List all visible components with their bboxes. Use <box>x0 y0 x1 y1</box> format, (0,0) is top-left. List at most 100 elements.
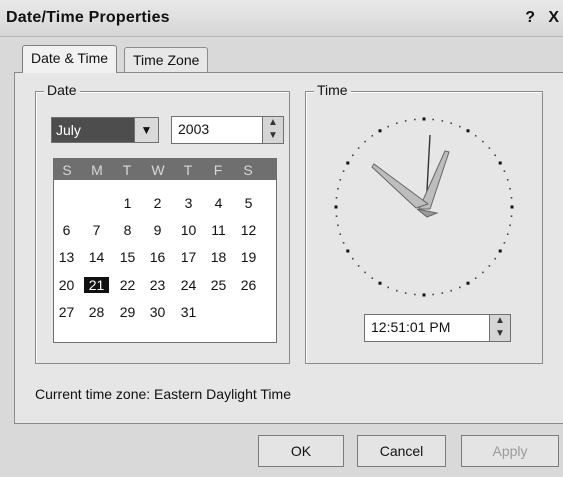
calendar-day[interactable]: 10 <box>176 222 201 238</box>
calendar-day[interactable]: 20 <box>54 277 79 293</box>
clock-minute-tick <box>450 122 452 125</box>
clock-minute-tick <box>510 197 513 199</box>
weekday-label: W <box>151 162 165 178</box>
clock-minute-tick <box>335 197 338 199</box>
clock-minute-tick <box>510 215 513 217</box>
weekday-label: T <box>122 162 132 178</box>
calendar-day[interactable]: 8 <box>115 222 140 238</box>
calendar-day[interactable]: 17 <box>176 249 201 265</box>
up-arrow-icon[interactable]: ▲ <box>263 117 283 130</box>
clock-minute-tick <box>482 271 484 274</box>
calendar-day[interactable]: 28 <box>84 304 109 320</box>
clock-minute-tick <box>506 233 509 235</box>
chevron-down-icon[interactable]: ▼ <box>134 118 158 142</box>
clock-minute-tick <box>387 125 389 128</box>
clock-minute-tick <box>339 233 342 235</box>
clock-minute-tick <box>450 289 452 292</box>
calendar-day[interactable]: 3 <box>176 195 201 211</box>
calendar-day[interactable]: 30 <box>145 304 170 320</box>
clock-minute-tick <box>488 147 491 149</box>
clock-minute-tick <box>371 277 374 279</box>
up-arrow-icon[interactable]: ▲ <box>490 315 510 328</box>
weekday-label: S <box>243 162 253 178</box>
down-arrow-icon[interactable]: ▼ <box>490 328 510 341</box>
calendar-grid: S M T W T F S 1 2 3 4 5 6 7 8 9 10 11 12 13 14 15 16 17 1… <box>53 158 277 343</box>
calendar-day[interactable]: 14 <box>84 249 109 265</box>
calendar-day[interactable]: 29 <box>115 304 140 320</box>
clock-hour-tick <box>498 249 502 253</box>
clock-minute-tick <box>441 292 444 294</box>
clock-minute-tick <box>482 140 484 143</box>
cancel-button[interactable]: Cancel <box>357 435 446 467</box>
calendar-day[interactable]: 26 <box>236 277 261 293</box>
month-value: July <box>52 118 134 142</box>
calendar-day[interactable]: 4 <box>206 195 231 211</box>
clock-hour-tick <box>422 117 426 121</box>
clock-minute-tick <box>506 179 509 181</box>
time-spinner-buttons[interactable]: ▲ ▼ <box>489 315 510 341</box>
clock-hour-tick <box>378 281 382 285</box>
year-spinner-buttons[interactable]: ▲ ▼ <box>262 117 283 143</box>
title-bar: Date/Time Properties ? X <box>0 0 563 37</box>
clock-minute-tick <box>352 154 354 157</box>
calendar-day[interactable]: 12 <box>236 222 261 238</box>
close-button[interactable]: X <box>548 9 559 27</box>
weekday-label: T <box>183 162 193 178</box>
clock-center <box>416 208 439 218</box>
calendar-day[interactable]: 25 <box>206 277 231 293</box>
weekday-label: M <box>91 162 103 178</box>
clock-minute-tick <box>371 135 374 137</box>
clock-minute-tick <box>337 187 339 190</box>
calendar-day[interactable]: 6 <box>54 222 79 238</box>
clock-minute-tick <box>432 293 434 296</box>
clock-minute-tick <box>342 170 345 172</box>
clock-minute-tick <box>404 292 407 294</box>
calendar-day[interactable]: 31 <box>176 304 201 320</box>
tab-date-time[interactable]: Date & Time <box>22 45 118 73</box>
clock-minute-tick <box>503 242 506 244</box>
calendar-day-selected[interactable]: 21 <box>84 277 109 293</box>
apply-button[interactable]: Apply <box>461 435 559 467</box>
calendar-weekday-header: S M T W T F S <box>54 159 276 180</box>
calendar-day[interactable]: 11 <box>206 222 231 238</box>
calendar-day[interactable]: 13 <box>54 249 79 265</box>
time-spinner[interactable]: 12:51:01 PM ▲ ▼ <box>364 314 511 342</box>
weekday-label: F <box>213 162 223 178</box>
calendar-day[interactable]: 19 <box>236 249 261 265</box>
month-select[interactable]: July ▼ <box>51 117 159 143</box>
ok-button[interactable]: OK <box>258 435 344 467</box>
year-spinner[interactable]: 2003 ▲ ▼ <box>171 116 284 144</box>
clock-minute-tick <box>364 140 366 143</box>
calendar-day[interactable]: 23 <box>145 277 170 293</box>
tab-time-zone[interactable]: Time Zone <box>124 47 209 73</box>
clock-minute-tick <box>459 286 461 289</box>
clock-hour-tick <box>378 129 382 133</box>
calendar-day[interactable]: 16 <box>145 249 170 265</box>
calendar-day[interactable]: 2 <box>145 195 170 211</box>
calendar-day[interactable]: 5 <box>236 195 261 211</box>
clock-minute-tick <box>339 179 342 181</box>
calendar-day[interactable]: 9 <box>145 222 170 238</box>
date-group-label: Date <box>44 82 80 98</box>
clock-hour-tick <box>346 161 350 165</box>
calendar-day[interactable]: 15 <box>115 249 140 265</box>
clock-hour-tick <box>346 249 350 253</box>
help-button[interactable]: ? <box>525 9 535 27</box>
calendar-day[interactable]: 22 <box>115 277 140 293</box>
calendar-day[interactable]: 7 <box>84 222 109 238</box>
clock-minute-tick <box>357 265 360 267</box>
clock-minute-tick <box>335 215 338 217</box>
calendar-day[interactable]: 27 <box>54 304 79 320</box>
clock-hour-hand <box>371 163 430 209</box>
calendar-day[interactable]: 24 <box>176 277 201 293</box>
clock-minute-tick <box>364 271 366 274</box>
time-value: 12:51:01 PM <box>371 319 451 335</box>
calendar-day[interactable]: 18 <box>206 249 231 265</box>
calendar-day[interactable]: 1 <box>115 195 140 211</box>
clock-minute-tick <box>509 187 511 190</box>
clock-hour-tick <box>334 205 338 209</box>
clock-minute-tick <box>414 293 416 296</box>
down-arrow-icon[interactable]: ▼ <box>263 130 283 143</box>
clock-hour-tick <box>510 205 514 209</box>
clock-hour-tick <box>466 129 470 133</box>
